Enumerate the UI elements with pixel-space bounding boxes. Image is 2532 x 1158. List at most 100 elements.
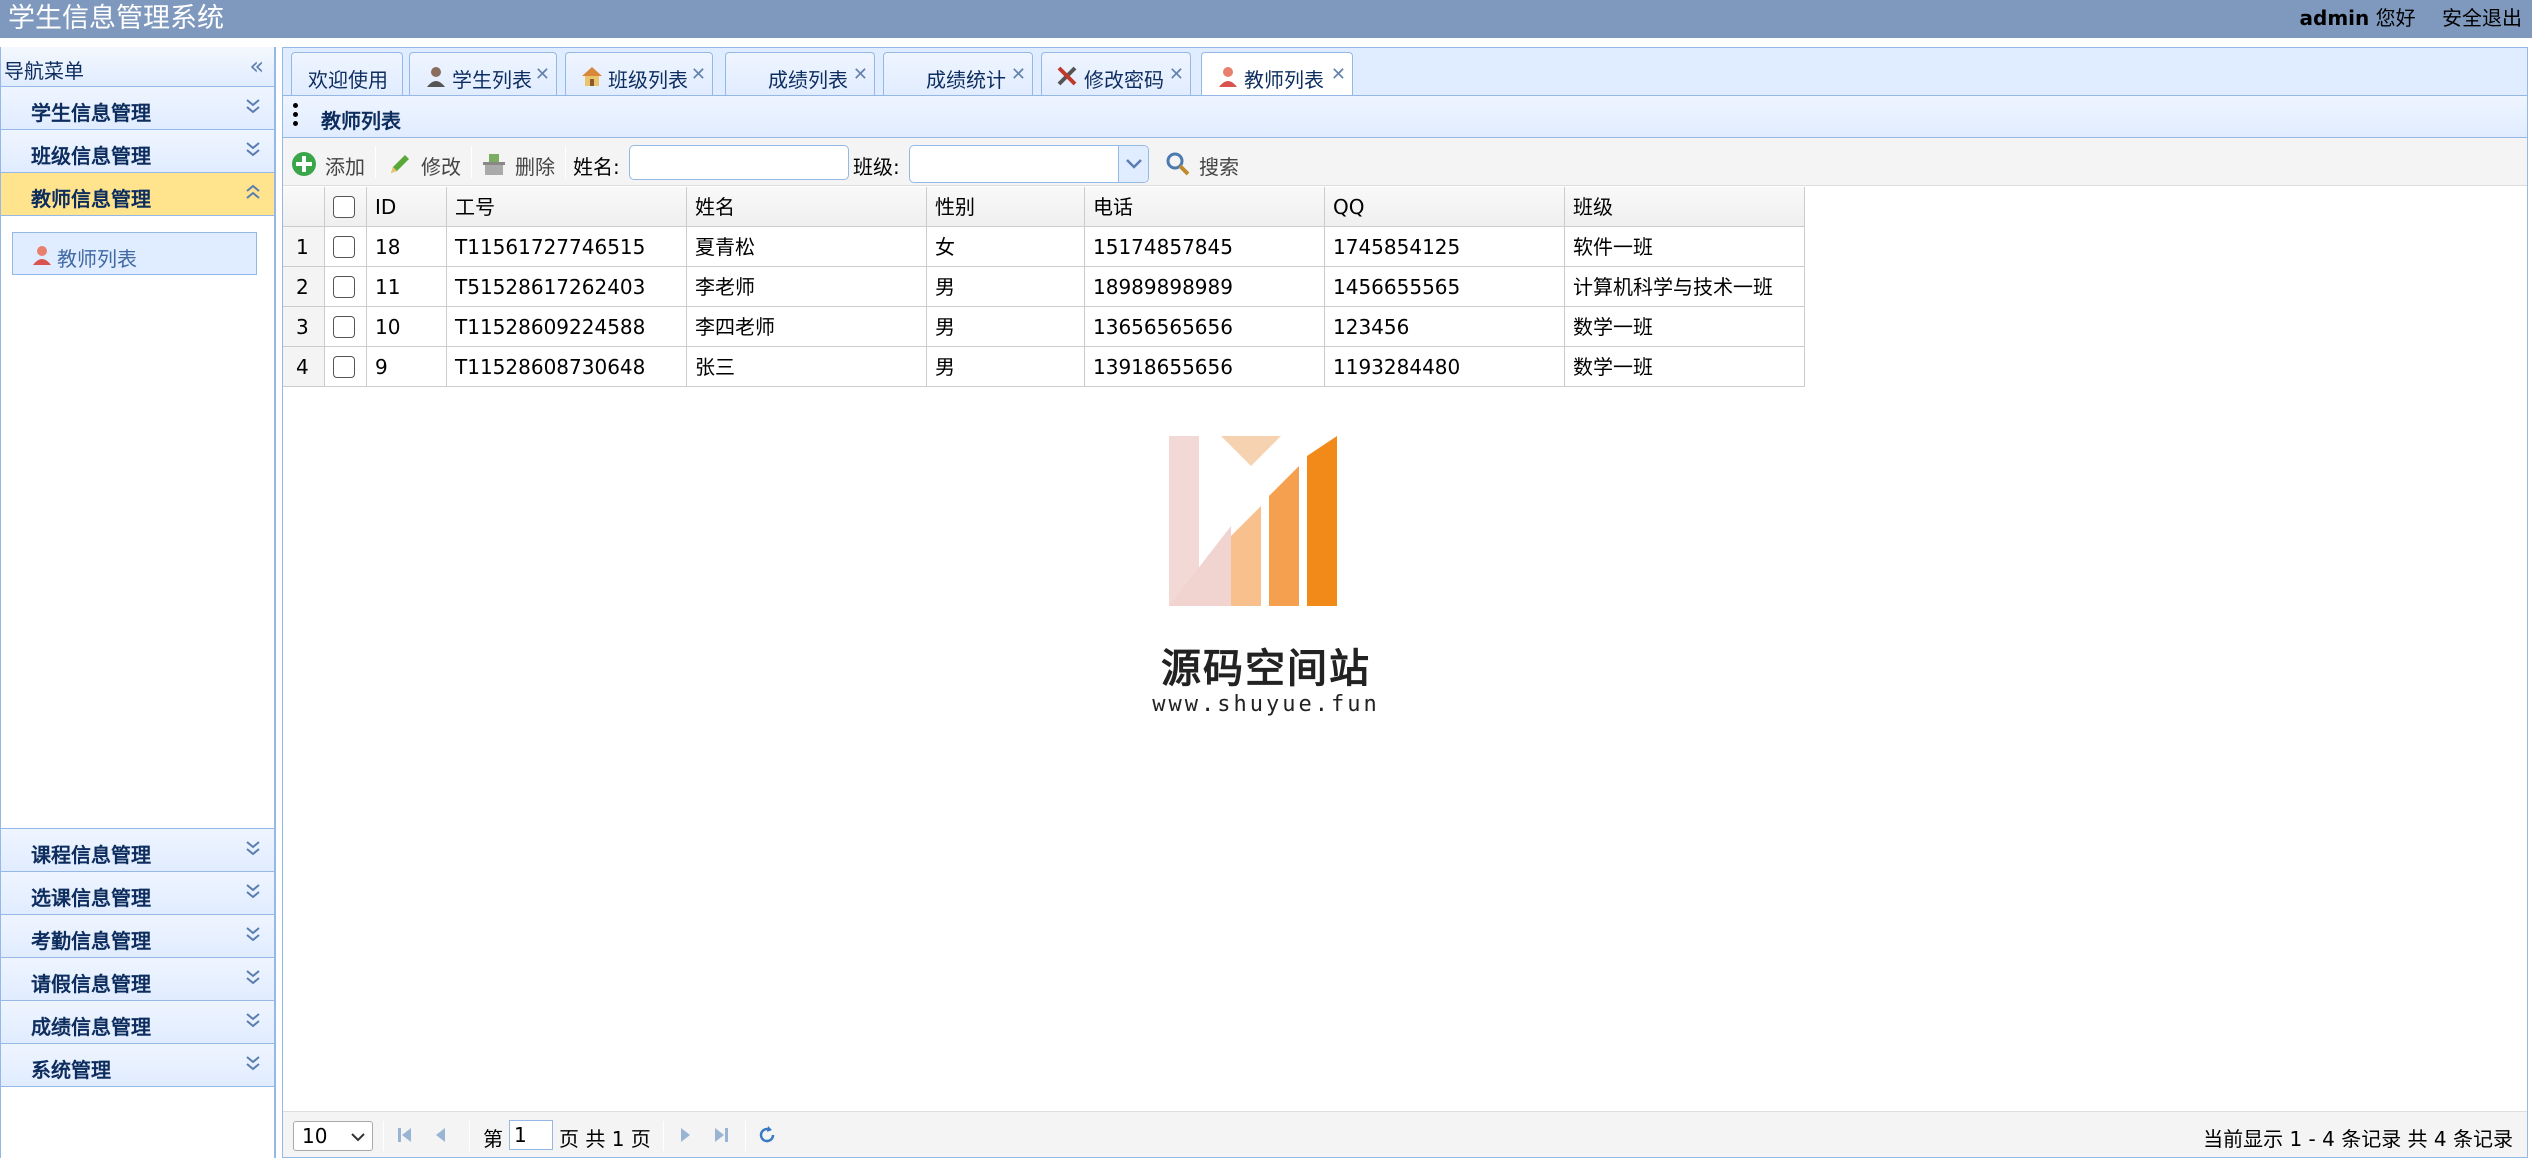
row-checkbox[interactable] <box>333 356 355 378</box>
tab-teacher-list[interactable]: 教师列表 ✕ <box>1201 52 1353 97</box>
nav-title: 导航菜单 <box>4 59 84 83</box>
tab-welcome[interactable]: 欢迎使用 <box>291 52 403 96</box>
cell-class: 软件一班 <box>1565 227 1805 267</box>
page-size-value: 10 <box>302 1124 328 1148</box>
class-select[interactable] <box>909 145 1149 183</box>
user-icon <box>424 65 448 92</box>
tab-label: 班级列表 <box>608 68 688 92</box>
edit-button[interactable]: 修改 <box>387 145 467 179</box>
row-checkbox-cell[interactable] <box>325 307 367 347</box>
close-icon[interactable]: ✕ <box>1331 64 1346 85</box>
edit-label: 修改 <box>421 155 461 179</box>
expand-icon <box>244 1053 262 1077</box>
trash-icon <box>481 151 507 182</box>
column-header-qq[interactable]: QQ <box>1325 187 1565 227</box>
menu-student[interactable]: 学生信息管理 <box>1 87 274 130</box>
table-row[interactable]: 3 10 T11528609224588 李四老师 男 13656565656 … <box>283 307 1805 347</box>
tab-score-stats[interactable]: 成绩统计 ✕ <box>883 52 1033 96</box>
menu-class[interactable]: 班级信息管理 <box>1 130 274 173</box>
page-number-input[interactable] <box>509 1120 553 1150</box>
select-all-checkbox[interactable] <box>333 196 355 218</box>
close-icon[interactable]: ✕ <box>691 64 706 85</box>
column-header-name[interactable]: 姓名 <box>687 187 927 227</box>
menu-score[interactable]: 成绩信息管理 <box>1 1001 274 1044</box>
row-checkbox-cell[interactable] <box>325 347 367 387</box>
expand-icon <box>244 96 262 120</box>
tab-label: 修改密码 <box>1084 68 1164 92</box>
add-button[interactable]: 添加 <box>291 145 371 179</box>
close-icon[interactable]: ✕ <box>535 64 550 85</box>
next-page-icon[interactable] <box>675 1125 695 1145</box>
menu-system[interactable]: 系统管理 <box>1 1044 274 1087</box>
chevron-down-icon <box>350 1124 366 1152</box>
prev-page-icon[interactable] <box>431 1125 451 1145</box>
cell-sex: 男 <box>927 307 1085 347</box>
cell-sex: 男 <box>927 347 1085 387</box>
row-checkbox[interactable] <box>333 316 355 338</box>
column-header-sex[interactable]: 性别 <box>927 187 1085 227</box>
last-page-icon[interactable] <box>711 1125 731 1145</box>
table-row[interactable]: 1 18 T11561727746515 夏青松 女 15174857845 1… <box>283 227 1805 267</box>
chevron-down-icon[interactable] <box>1118 146 1148 182</box>
menu-leave[interactable]: 请假信息管理 <box>1 958 274 1001</box>
close-icon[interactable]: ✕ <box>853 64 868 85</box>
menu-label: 选课信息管理 <box>31 886 151 910</box>
pencil-icon <box>387 151 413 182</box>
page-size-select[interactable]: 10 <box>293 1121 373 1151</box>
cell-name: 夏青松 <box>687 227 927 267</box>
pagination-bar: 10 第 页 共 1 页 当前显示 1 - 4 条记录 共 4 条记录 <box>283 1111 2527 1157</box>
tab-label: 教师列表 <box>1244 68 1324 92</box>
logout-link[interactable]: 安全退出 <box>2442 6 2522 30</box>
cell-id: 11 <box>367 267 447 307</box>
row-checkbox-cell[interactable] <box>325 267 367 307</box>
column-header-phone[interactable]: 电话 <box>1085 187 1325 227</box>
menu-course[interactable]: 课程信息管理 <box>1 829 274 872</box>
column-header-class[interactable]: 班级 <box>1565 187 1805 227</box>
close-icon[interactable]: ✕ <box>1011 64 1026 85</box>
cell-sn: T11528609224588 <box>447 307 687 347</box>
menu-attendance[interactable]: 考勤信息管理 <box>1 915 274 958</box>
house-icon <box>580 65 604 92</box>
menu-teacher[interactable]: 教师信息管理 <box>1 173 274 216</box>
panel-menu-icon[interactable] <box>293 103 299 130</box>
tab-label: 欢迎使用 <box>308 68 388 92</box>
tools-icon <box>1056 65 1080 92</box>
table-row[interactable]: 4 9 T11528608730648 张三 男 13918655656 119… <box>283 347 1805 387</box>
table-row[interactable]: 2 11 T51528617262403 李老师 男 18989898989 1… <box>283 267 1805 307</box>
tab-class-list[interactable]: 班级列表 ✕ <box>565 52 713 96</box>
sidebar-item-teacher-list[interactable]: 教师列表 <box>12 232 257 275</box>
row-checkbox-cell[interactable] <box>325 227 367 267</box>
select-all-checkbox-cell[interactable] <box>325 187 367 227</box>
refresh-icon[interactable] <box>757 1125 777 1145</box>
tab-student-list[interactable]: 学生列表 ✕ <box>409 52 557 96</box>
watermark-url: www.shuyue.fun <box>1152 692 1380 717</box>
name-input[interactable] <box>629 145 849 180</box>
menu-label: 学生信息管理 <box>31 101 151 125</box>
cell-name: 张三 <box>687 347 927 387</box>
menu-selection[interactable]: 选课信息管理 <box>1 872 274 915</box>
close-icon[interactable]: ✕ <box>1169 64 1184 85</box>
cell-qq: 1456655565 <box>1325 267 1565 307</box>
column-header-id[interactable]: ID <box>367 187 447 227</box>
column-header-sn[interactable]: 工号 <box>447 187 687 227</box>
nav-title-bar: 导航菜单 « <box>1 47 274 87</box>
tab-score-list[interactable]: 成绩列表 ✕ <box>725 52 875 96</box>
cell-qq: 123456 <box>1325 307 1565 347</box>
row-checkbox[interactable] <box>333 236 355 258</box>
delete-button[interactable]: 删除 <box>481 145 561 179</box>
search-button[interactable]: 搜索 <box>1165 145 1255 179</box>
app-header: 学生信息管理系统 admin 您好 安全退出 <box>0 0 2532 38</box>
row-checkbox[interactable] <box>333 276 355 298</box>
app-title: 学生信息管理系统 <box>8 3 224 34</box>
menu-label: 系统管理 <box>31 1058 111 1082</box>
first-page-icon[interactable] <box>395 1125 415 1145</box>
expand-icon <box>244 838 262 862</box>
collapse-icon <box>244 182 262 206</box>
page-prefix: 第 <box>483 1127 503 1151</box>
class-label: 班级: <box>853 155 900 179</box>
menu-label: 请假信息管理 <box>31 972 151 996</box>
record-info: 当前显示 1 - 4 条记录 共 4 条记录 <box>2203 1127 2513 1151</box>
add-label: 添加 <box>325 155 365 179</box>
collapse-sidebar-icon[interactable]: « <box>249 52 264 80</box>
tab-change-password[interactable]: 修改密码 ✕ <box>1041 52 1191 96</box>
